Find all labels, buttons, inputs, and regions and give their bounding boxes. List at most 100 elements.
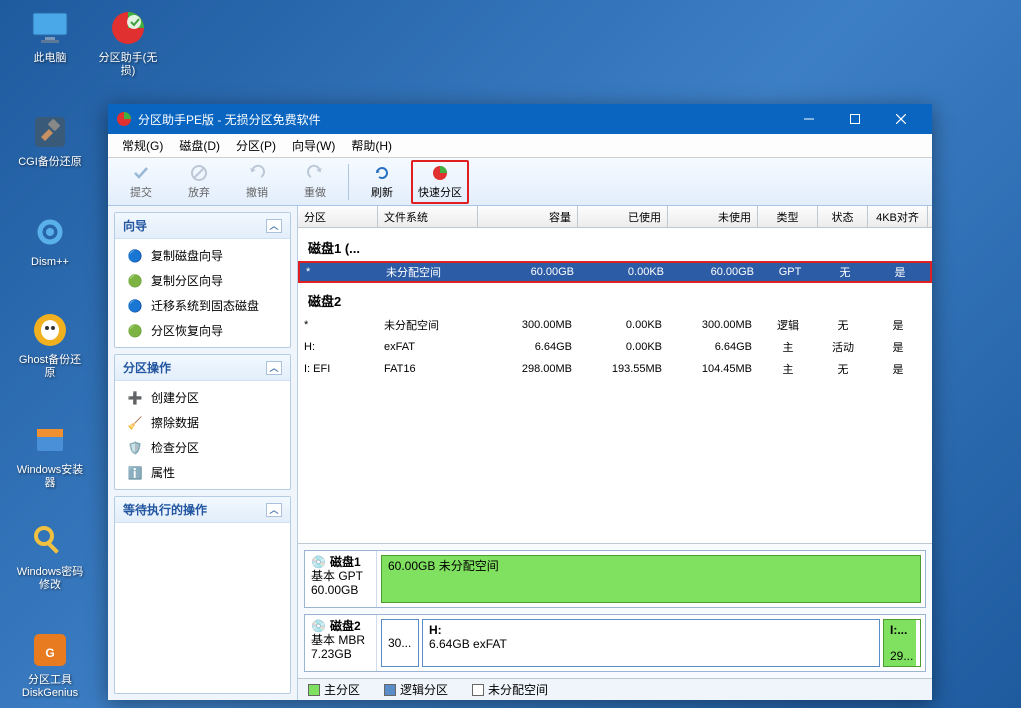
diskmap-area: 💿磁盘1 基本 GPT 60.00GB 60.00GB 未分配空间 💿磁盘2 基…: [298, 543, 932, 678]
recover-icon: 🟢: [127, 323, 143, 339]
sidebar-item-migrate[interactable]: 🔵迁移系统到固态磁盘: [115, 293, 290, 318]
col-capacity[interactable]: 容量: [478, 206, 578, 227]
table-row[interactable]: H:exFAT6.64GB0.00KB6.64GB主活动是: [298, 336, 932, 358]
sidebar-item-wipe[interactable]: 🧹擦除数据: [115, 410, 290, 435]
pie-icon: [108, 8, 148, 48]
legend: 主分区 逻辑分区 未分配空间: [298, 678, 932, 700]
svg-text:G: G: [45, 646, 54, 660]
toolbar-separator: [348, 164, 349, 200]
wizard-panel-header[interactable]: 向导︿: [115, 213, 290, 239]
legend-unalloc: 未分配空间: [472, 681, 548, 698]
diskmap-block-unalloc[interactable]: 60.00GB 未分配空间: [381, 555, 921, 603]
col-partition[interactable]: 分区: [298, 206, 378, 227]
sidebar-item-props[interactable]: ℹ️属性: [115, 460, 290, 485]
desktop-icon-diskgenius[interactable]: G 分区工具DiskGenius: [16, 630, 84, 700]
quick-partition-button[interactable]: 快速分区: [411, 160, 469, 204]
window-title: 分区助手PE版 - 无损分区免费软件: [138, 111, 786, 128]
desktop-icon-wininstall[interactable]: Windows安装器: [16, 420, 84, 490]
shield-icon: 🛡️: [127, 440, 143, 456]
sidebar-item-recover[interactable]: 🟢分区恢复向导: [115, 318, 290, 343]
refresh-icon: [373, 164, 391, 182]
desktop-icon-dism[interactable]: Dism++: [16, 212, 84, 269]
app-icon: [116, 111, 132, 127]
pending-panel-header[interactable]: 等待执行的操作︿: [115, 497, 290, 523]
disk-copy-icon: 🔵: [127, 248, 143, 264]
grid-header: 分区 文件系统 容量 已使用 未使用 类型 状态 4KB对齐: [298, 206, 932, 228]
group-disk2[interactable]: 磁盘2: [298, 283, 932, 314]
diskmap-label: 💿磁盘2 基本 MBR 7.23GB: [305, 615, 377, 671]
table-row[interactable]: *未分配空间300.00MB0.00KB300.00MB逻辑无是: [298, 314, 932, 336]
commit-button[interactable]: 提交: [112, 160, 170, 204]
undo-icon: [248, 164, 266, 182]
main-area: 分区 文件系统 容量 已使用 未使用 类型 状态 4KB对齐 磁盘1 (... …: [297, 206, 932, 700]
sidebar-item-copydisk[interactable]: 🔵复制磁盘向导: [115, 243, 290, 268]
diskmap-block-0[interactable]: 30...: [381, 619, 419, 667]
col-used[interactable]: 已使用: [578, 206, 668, 227]
chevron-up-icon: ︿: [266, 361, 282, 375]
desktop-icon-winpwd[interactable]: Windows密码修改: [16, 522, 84, 592]
diskmap-block-h[interactable]: H:6.64GB exFAT: [422, 619, 880, 667]
close-button[interactable]: [878, 104, 924, 134]
sidebar: 向导︿ 🔵复制磁盘向导 🟢复制分区向导 🔵迁移系统到固态磁盘 🟢分区恢复向导 分…: [108, 206, 297, 700]
table-row[interactable]: I: EFIFAT16298.00MB193.55MB104.45MB主无是: [298, 358, 932, 380]
col-free[interactable]: 未使用: [668, 206, 758, 227]
desktop-icon-ghost[interactable]: Ghost备份还原: [16, 310, 84, 380]
col-type[interactable]: 类型: [758, 206, 818, 227]
pie-icon: [431, 164, 449, 182]
diskmap-disk2[interactable]: 💿磁盘2 基本 MBR 7.23GB 30... H:6.64GB exFAT …: [304, 614, 926, 672]
ops-panel: 分区操作︿ ➕创建分区 🧹擦除数据 🛡️检查分区 ℹ️属性: [114, 354, 291, 490]
toolbar: 提交 放弃 撤销 重做 刷新 快速分区: [108, 158, 932, 206]
refresh-button[interactable]: 刷新: [353, 160, 411, 204]
grid-body: 磁盘1 (... *未分配空间60.00GB0.00KB60.00GBGPT无是…: [298, 228, 932, 543]
key-icon: [30, 522, 70, 562]
col-4k[interactable]: 4KB对齐: [868, 206, 928, 227]
box-icon: [30, 420, 70, 460]
partition-copy-icon: 🟢: [127, 273, 143, 289]
table-row[interactable]: *未分配空间60.00GB0.00KB60.00GBGPT无是: [298, 261, 932, 283]
chevron-up-icon: ︿: [266, 219, 282, 233]
plus-icon: ➕: [127, 390, 143, 406]
legend-primary: 主分区: [308, 681, 360, 698]
maximize-button[interactable]: [832, 104, 878, 134]
erase-icon: 🧹: [127, 415, 143, 431]
menubar: 常规(G) 磁盘(D) 分区(P) 向导(W) 帮助(H): [108, 134, 932, 158]
menu-help[interactable]: 帮助(H): [343, 134, 400, 157]
ops-panel-header[interactable]: 分区操作︿: [115, 355, 290, 381]
discard-button[interactable]: 放弃: [170, 160, 228, 204]
disk-icon: 💿: [311, 619, 326, 633]
col-status[interactable]: 状态: [818, 206, 868, 227]
titlebar[interactable]: 分区助手PE版 - 无损分区免费软件: [108, 104, 932, 134]
chevron-up-icon: ︿: [266, 503, 282, 517]
ghost-icon: [30, 310, 70, 350]
legend-logical: 逻辑分区: [384, 681, 448, 698]
desktop-icon-thispc[interactable]: 此电脑: [16, 8, 84, 65]
desktop-icon-partassist[interactable]: 分区助手(无损): [94, 8, 162, 78]
col-filesystem[interactable]: 文件系统: [378, 206, 478, 227]
minimize-button[interactable]: [786, 104, 832, 134]
migrate-icon: 🔵: [127, 298, 143, 314]
redo-icon: [306, 164, 324, 182]
app-window: 分区助手PE版 - 无损分区免费软件 常规(G) 磁盘(D) 分区(P) 向导(…: [108, 104, 932, 700]
wizard-panel: 向导︿ 🔵复制磁盘向导 🟢复制分区向导 🔵迁移系统到固态磁盘 🟢分区恢复向导: [114, 212, 291, 348]
undo-button[interactable]: 撤销: [228, 160, 286, 204]
sidebar-item-create[interactable]: ➕创建分区: [115, 385, 290, 410]
redo-button[interactable]: 重做: [286, 160, 344, 204]
menu-wizard[interactable]: 向导(W): [284, 134, 343, 157]
diskmap-block-i[interactable]: I:...29...: [883, 619, 921, 667]
pending-panel: 等待执行的操作︿: [114, 496, 291, 694]
info-icon: ℹ️: [127, 465, 143, 481]
discard-icon: [190, 164, 208, 182]
menu-partition[interactable]: 分区(P): [228, 134, 284, 157]
gear-icon: [30, 212, 70, 252]
disk-icon: G: [30, 630, 70, 670]
hammer-icon: [30, 112, 70, 152]
menu-disk[interactable]: 磁盘(D): [171, 134, 228, 157]
sidebar-item-check[interactable]: 🛡️检查分区: [115, 435, 290, 460]
sidebar-item-copypart[interactable]: 🟢复制分区向导: [115, 268, 290, 293]
disk-icon: 💿: [311, 555, 326, 569]
group-disk1[interactable]: 磁盘1 (...: [298, 230, 932, 261]
menu-general[interactable]: 常规(G): [114, 134, 171, 157]
diskmap-disk1[interactable]: 💿磁盘1 基本 GPT 60.00GB 60.00GB 未分配空间: [304, 550, 926, 608]
desktop-icon-cgi[interactable]: CGI备份还原: [16, 112, 84, 169]
check-icon: [132, 164, 150, 182]
